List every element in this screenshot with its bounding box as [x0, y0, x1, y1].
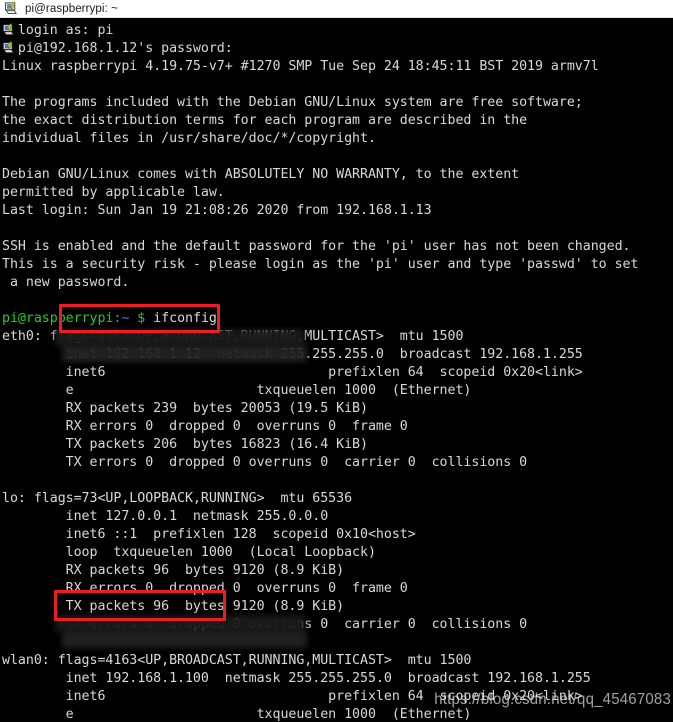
terminal-line: login as: pi: [2, 23, 114, 38]
prompt-command: ifconfig: [153, 311, 217, 326]
redaction-eth0-mac: [62, 345, 307, 362]
terminal-line: wlan0: flags=4163<UP,BROADCAST,RUNNING,M…: [2, 653, 472, 668]
terminal-line: SSH is enabled and the default password …: [2, 239, 631, 254]
terminal-line: inet 192.168.1.100 netmask 255.255.255.0…: [2, 671, 591, 686]
terminal-line: TX errors 0 dropped 0 overruns 0 carrier…: [2, 455, 528, 470]
terminal-line: individual files in /usr/share/doc/*/cop…: [2, 131, 376, 146]
prompt-user-host: pi@raspberrypi: [2, 311, 114, 326]
putty-icon: [2, 23, 15, 36]
terminal-line: RX packets 96 bytes 9120 (8.9 KiB): [2, 563, 345, 578]
terminal-line: permitted by applicable law.: [2, 185, 225, 200]
window-title: pi@raspberrypi: ~: [25, 2, 118, 15]
terminal-line: the exact distribution terms for each pr…: [2, 113, 528, 128]
putty-computer-icon: [4, 1, 17, 14]
terminal-line: inet 127.0.0.1 netmask 255.0.0.0: [2, 509, 329, 524]
terminal-line: RX packets 239 bytes 20053 (19.5 KiB): [2, 401, 368, 416]
terminal-line: This is a security risk - please login a…: [2, 257, 639, 272]
terminal-line: a new password.: [2, 275, 130, 290]
terminal-line: pi@192.168.1.12's password:: [2, 41, 233, 56]
redaction-wlan0-inet6: [55, 615, 305, 632]
redaction-eth0-inet6: [55, 329, 305, 346]
terminal-line: inet6 prefixlen 64 scopeid 0x20<link>: [2, 365, 583, 380]
terminal-line: TX packets 96 bytes 9120 (8.9 KiB): [2, 599, 345, 614]
terminal-line: Linux raspberrypi 4.19.75-v7+ #1270 SMP …: [2, 59, 599, 74]
terminal-line: e txqueuelen 1000 (Ethernet): [2, 383, 472, 398]
terminal-line: RX errors 0 dropped 0 overruns 0 frame 0: [2, 419, 408, 434]
terminal-line: RX errors 0 dropped 0 overruns 0 frame 0: [2, 581, 408, 596]
terminal-prompt-line: pi@raspberrypi:~ $ ifconfig: [2, 310, 673, 328]
terminal-line: TX packets 206 bytes 16823 (16.4 KiB): [2, 437, 368, 452]
prompt-path: :~: [113, 311, 130, 326]
terminal-line: The programs included with the Debian GN…: [2, 95, 583, 110]
redaction-wlan0-mac: [62, 631, 307, 648]
terminal-line: e txqueuelen 1000 (Ethernet): [2, 707, 472, 722]
terminal-line: inet6 ::1 prefixlen 128 scopeid 0x10<hos…: [2, 527, 416, 542]
terminal-line: Debian GNU/Linux comes with ABSOLUTELY N…: [2, 167, 520, 182]
terminal-line: lo: flags=73<UP,LOOPBACK,RUNNING> mtu 65…: [2, 491, 353, 506]
putty-terminal-window: pi@raspberrypi: ~ login as: pi pi@192.16…: [0, 0, 673, 722]
putty-icon: [2, 41, 15, 54]
csdn-watermark: https://blog.csdn.net/qq_45467083: [434, 690, 671, 709]
terminal-line: loop txqueuelen 1000 (Local Loopback): [2, 545, 376, 560]
terminal-line: Last login: Sun Jan 19 21:08:26 2020 fro…: [2, 203, 432, 218]
window-titlebar: pi@raspberrypi: ~: [0, 0, 673, 18]
